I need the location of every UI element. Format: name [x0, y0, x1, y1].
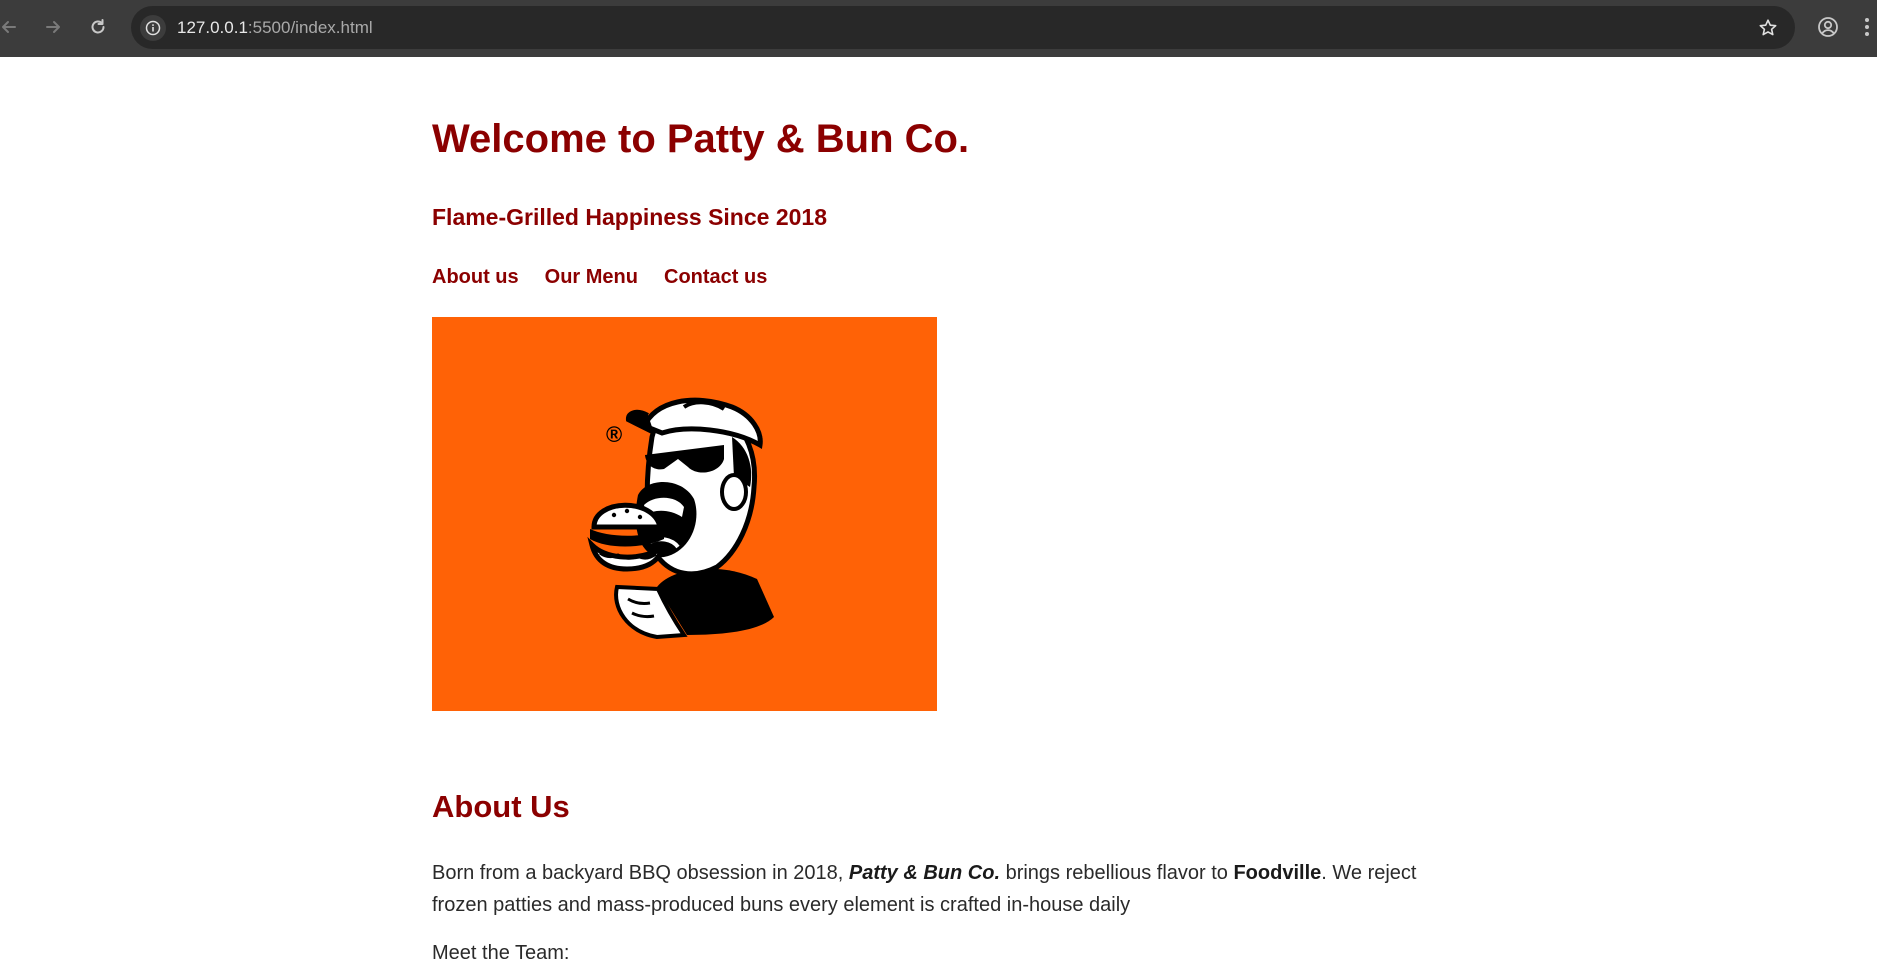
profile-button[interactable]: [1813, 12, 1843, 42]
forward-button[interactable]: [38, 12, 68, 42]
arrow-left-icon: [2, 21, 16, 33]
about-text-middle: brings rebellious flavor to: [1000, 862, 1234, 884]
about-heading: About Us: [432, 789, 570, 824]
page-title: Welcome to Patty & Bun Co.: [432, 117, 970, 161]
reload-icon: [91, 19, 105, 34]
url-host: 127.0.0.1: [177, 18, 248, 37]
site-info-button[interactable]: [140, 15, 166, 41]
browser-toolbar: 127.0.0.1:5500/index.html: [0, 0, 1877, 57]
main-nav: About us Our Menu Contact us: [432, 266, 767, 289]
registered-mark: ®: [606, 422, 622, 447]
profile-icon: [1818, 17, 1838, 37]
about-paragraph: Born from a backyard BBQ obsession in 20…: [432, 857, 1442, 921]
bookmark-button[interactable]: [1755, 15, 1781, 41]
hero-image: ®: [432, 317, 937, 711]
web-page: Welcome to Patty & Bun Co. Flame-Grilled…: [0, 57, 1877, 964]
url-text[interactable]: 127.0.0.1:5500/index.html: [177, 18, 373, 38]
page-tagline: Flame-Grilled Happiness Since 2018: [432, 204, 827, 230]
star-icon: [1759, 19, 1777, 36]
brand-name: Patty & Bun Co.: [848, 862, 1001, 884]
info-icon: [145, 20, 161, 36]
nav-link-contact[interactable]: Contact us: [664, 266, 767, 289]
city-name: Foodville: [1233, 862, 1322, 884]
kebab-menu-icon: [1865, 18, 1869, 36]
browser-menu-button[interactable]: [1857, 12, 1877, 42]
reload-button[interactable]: [83, 12, 113, 42]
address-bar[interactable]: 127.0.0.1:5500/index.html: [131, 6, 1795, 49]
back-button[interactable]: [0, 12, 24, 42]
about-text-before: Born from a backyard BBQ obsession in 20…: [432, 862, 849, 884]
nav-link-menu[interactable]: Our Menu: [545, 266, 638, 289]
arrow-right-icon: [46, 21, 60, 33]
burger-mascot-logo: ®: [587, 397, 774, 640]
url-path: :5500/index.html: [247, 18, 373, 37]
nav-link-about[interactable]: About us: [432, 266, 519, 289]
team-label: Meet the Team:: [432, 942, 570, 964]
